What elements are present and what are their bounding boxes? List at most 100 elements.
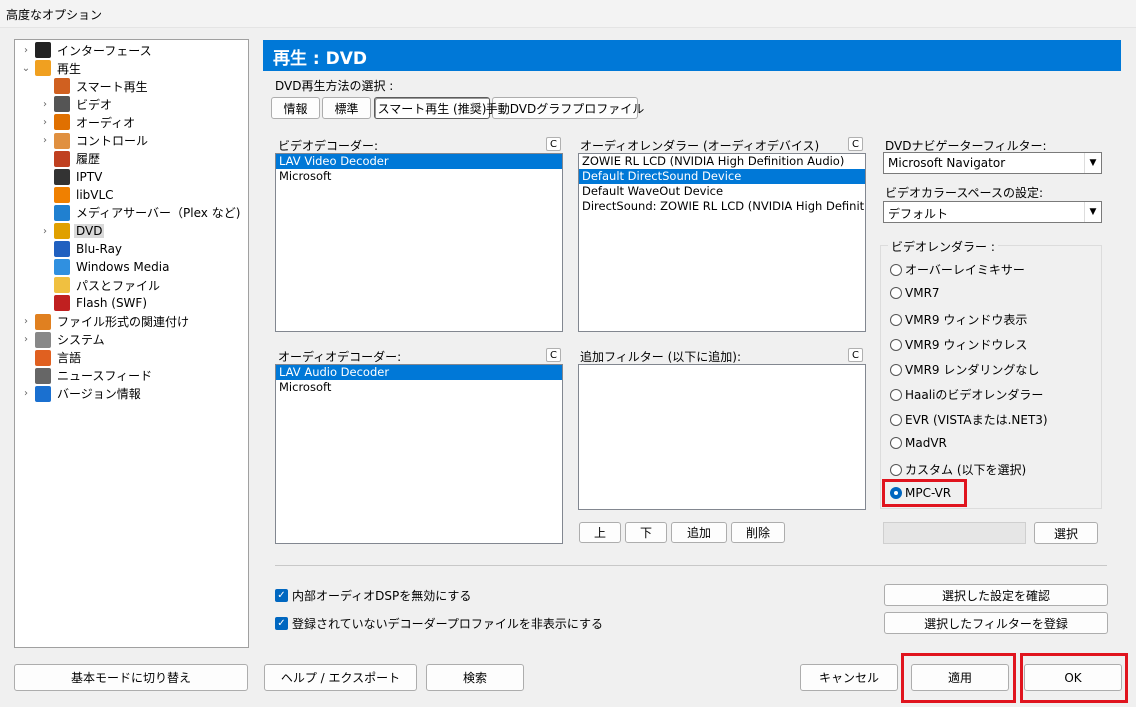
tree-item-icon xyxy=(35,385,51,402)
renderer-option[interactable]: オーバーレイミキサー xyxy=(890,261,1025,278)
radio-icon[interactable] xyxy=(890,363,902,376)
tree-item-label: システム xyxy=(57,333,105,348)
video-decoder-label: ビデオデコーダー: xyxy=(278,139,379,153)
audio-decoder-list[interactable]: LAV Audio Decoder Microsoft xyxy=(275,364,563,544)
tree-item[interactable]: › ビデオ xyxy=(40,95,114,113)
tree-item-label: Flash (SWF) xyxy=(76,296,148,311)
tab-smart-playback[interactable]: スマート再生 (推奨) xyxy=(374,97,490,119)
tree-item[interactable]: IPTV xyxy=(40,168,104,186)
list-item[interactable]: Default DirectSound Device xyxy=(579,169,865,184)
list-item[interactable]: ZOWIE RL LCD (NVIDIA High Definition Aud… xyxy=(579,154,865,169)
renderer-option[interactable]: VMR7 xyxy=(890,286,940,300)
tree-item[interactable]: Windows Media xyxy=(40,258,171,276)
extra-filter-c-button[interactable]: C xyxy=(848,348,863,362)
radio-icon[interactable] xyxy=(890,388,902,401)
remove-filter-button[interactable]: 削除 xyxy=(731,522,785,543)
radio-icon[interactable] xyxy=(890,287,902,299)
tree-item[interactable]: › システム xyxy=(21,331,107,349)
renderer-option[interactable]: VMR9 レンダリングなし xyxy=(890,361,1039,378)
renderer-option[interactable]: VMR9 ウィンドウレス xyxy=(890,336,1027,353)
audio-decoder-c-button[interactable]: C xyxy=(546,348,561,362)
tree-arrow-icon[interactable]: › xyxy=(40,135,50,146)
tree-item[interactable]: スマート再生 xyxy=(40,77,150,95)
tab-standard[interactable]: 標準 xyxy=(322,97,371,119)
video-decoder-c-button[interactable]: C xyxy=(546,137,561,151)
tree-item[interactable]: ⌄ 再生 xyxy=(21,59,83,77)
list-item[interactable]: DirectSound: ZOWIE RL LCD (NVIDIA High D… xyxy=(579,199,865,214)
radio-icon[interactable] xyxy=(890,338,902,351)
list-item[interactable]: LAV Video Decoder xyxy=(276,154,562,169)
radio-icon[interactable] xyxy=(890,313,902,326)
cancel-button[interactable]: キャンセル xyxy=(800,664,898,691)
add-filter-button[interactable]: 追加 xyxy=(671,522,727,543)
basic-mode-button[interactable]: 基本モードに切り替え xyxy=(14,664,248,691)
tree-item-label: Windows Media xyxy=(76,260,170,275)
radio-icon[interactable] xyxy=(890,263,902,276)
list-item[interactable]: Microsoft xyxy=(276,380,562,395)
tree-item[interactable]: Blu-Ray xyxy=(40,240,124,258)
radio-icon[interactable] xyxy=(890,463,902,476)
tree-arrow-icon[interactable]: ⌄ xyxy=(21,63,31,74)
disable-dsp-checkbox[interactable]: ✓ 内部オーディオDSPを無効にする xyxy=(275,587,471,604)
list-item[interactable]: LAV Audio Decoder xyxy=(276,365,562,380)
tree-item-icon xyxy=(54,204,70,221)
help-export-button[interactable]: ヘルプ / エクスポート xyxy=(264,664,417,691)
tree-item-label: DVD xyxy=(74,224,105,238)
settings-tree[interactable]: › インターフェース ⌄ 再生 スマート再生 › ビデオ › オーディオ › コントロール 履歴 IPT… xyxy=(14,39,249,648)
tree-arrow-icon[interactable]: › xyxy=(21,45,31,56)
tree-item[interactable]: › インターフェース xyxy=(21,41,154,59)
video-decoder-list[interactable]: LAV Video Decoder Microsoft xyxy=(275,153,563,332)
tree-item[interactable]: 履歴 xyxy=(40,150,102,168)
tree-item[interactable]: Flash (SWF) xyxy=(40,294,149,312)
tree-item[interactable]: ニュースフィード xyxy=(21,367,154,385)
tree-item[interactable]: 言語 xyxy=(21,349,83,367)
renderer-option[interactable]: カスタム (以下を選択) xyxy=(890,461,1026,478)
list-item[interactable]: Microsoft xyxy=(276,169,562,184)
renderer-option-label: EVR (VISTAまたは.NET3) xyxy=(905,413,1048,427)
tab-info[interactable]: 情報 xyxy=(271,97,320,119)
highlight-box-mpc-vr xyxy=(882,479,967,507)
renderer-option-label: VMR9 レンダリングなし xyxy=(905,363,1040,377)
renderer-option[interactable]: Haaliのビデオレンダラー xyxy=(890,386,1043,403)
radio-icon[interactable] xyxy=(890,437,902,449)
verify-settings-button[interactable]: 選択した設定を確認 xyxy=(884,584,1108,606)
renderer-option[interactable]: MadVR xyxy=(890,436,947,450)
dvd-method-label: DVD再生方法の選択 : xyxy=(275,79,394,93)
tree-item[interactable]: パスとファイル xyxy=(40,276,162,294)
tree-item-label: パスとファイル xyxy=(76,278,161,293)
tree-item[interactable]: › バージョン情報 xyxy=(21,385,143,403)
renderer-option-label: VMR9 ウィンドウ表示 xyxy=(905,313,1028,327)
renderer-option[interactable]: VMR9 ウィンドウ表示 xyxy=(890,311,1027,328)
renderer-option[interactable]: EVR (VISTAまたは.NET3) xyxy=(890,411,1048,428)
audio-renderer-c-button[interactable]: C xyxy=(848,137,863,151)
audio-renderer-list[interactable]: ZOWIE RL LCD (NVIDIA High Definition Aud… xyxy=(578,153,866,332)
colorspace-select[interactable]: デフォルト ▼ xyxy=(883,201,1102,223)
extra-filter-list[interactable] xyxy=(578,364,866,510)
tree-item[interactable]: › DVD xyxy=(40,222,105,240)
tree-arrow-icon[interactable]: › xyxy=(40,99,50,110)
tree-item[interactable]: › コントロール xyxy=(40,132,150,150)
tree-item-label: ビデオ xyxy=(76,97,113,112)
tree-item-icon xyxy=(54,295,70,312)
search-button[interactable]: 検索 xyxy=(426,664,524,691)
hide-unregistered-checkbox[interactable]: ✓ 登録されていないデコーダープロファイルを非表示にする xyxy=(275,615,603,632)
navigator-select[interactable]: Microsoft Navigator ▼ xyxy=(883,152,1102,174)
tab-manual-dvd-graph[interactable]: 手動DVDグラフプロファイル xyxy=(486,97,644,119)
tree-arrow-icon[interactable]: › xyxy=(40,226,50,237)
renderer-select-button[interactable]: 選択 xyxy=(1034,522,1098,544)
tree-arrow-icon[interactable]: › xyxy=(40,117,50,128)
tree-item[interactable]: › オーディオ xyxy=(40,113,137,131)
tree-arrow-icon[interactable]: › xyxy=(21,388,31,399)
list-item[interactable]: Default WaveOut Device xyxy=(579,184,865,199)
move-down-button[interactable]: 下 xyxy=(625,522,667,543)
tree-item[interactable]: › ファイル形式の関連付け xyxy=(21,313,191,331)
tree-item[interactable]: libVLC xyxy=(40,186,116,204)
register-filter-button[interactable]: 選択したフィルターを登録 xyxy=(884,612,1108,634)
move-up-button[interactable]: 上 xyxy=(579,522,621,543)
tree-arrow-icon[interactable]: › xyxy=(21,316,31,327)
radio-icon[interactable] xyxy=(890,413,902,426)
tree-arrow-icon[interactable]: › xyxy=(21,334,31,345)
checkmark-icon: ✓ xyxy=(275,617,288,630)
tree-item[interactable]: メディアサーバー（Plex など) xyxy=(40,204,242,222)
custom-renderer-field xyxy=(883,522,1026,544)
